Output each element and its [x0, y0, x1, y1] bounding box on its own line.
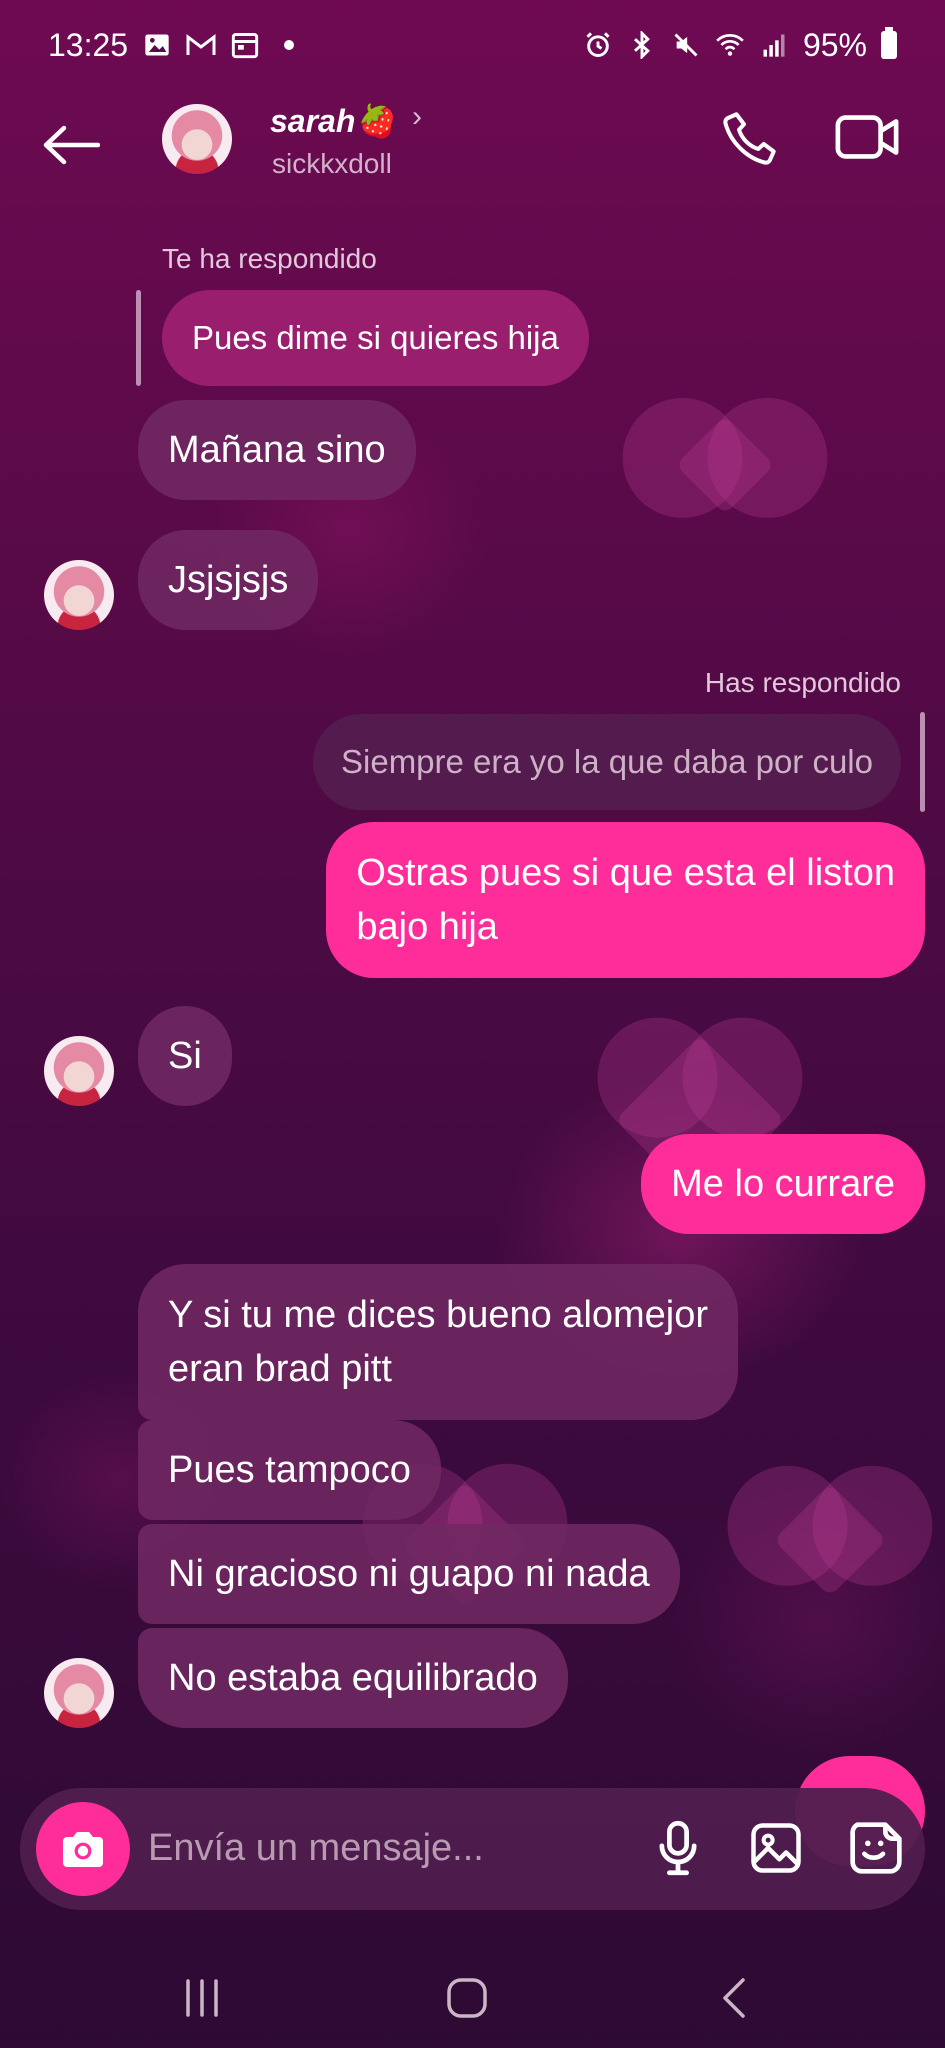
quote-bar [920, 712, 925, 812]
quote-bar [136, 290, 141, 386]
message-line: bajo hija [356, 906, 498, 948]
sender-avatar[interactable] [44, 1036, 114, 1106]
status-bar: 13:25 95% [0, 0, 945, 90]
video-camera-icon [835, 115, 899, 159]
sticker-icon [850, 1822, 902, 1874]
outgoing-message[interactable]: Me lo currare [641, 1134, 925, 1234]
mute-icon [671, 30, 701, 60]
incoming-message[interactable]: Pues tampoco [138, 1420, 441, 1520]
reply-label-outgoing: Has respondido [704, 667, 901, 698]
status-time: 13:25 [48, 26, 129, 63]
phone-icon [723, 112, 776, 165]
system-navigation-bar [0, 1940, 945, 2048]
calendar-notification-icon [230, 30, 260, 60]
more-notifications-dot-icon [274, 30, 304, 60]
quoted-message[interactable]: Pues dime si quieres hija [162, 290, 589, 386]
sender-avatar[interactable] [44, 560, 114, 630]
contact-avatar[interactable] [162, 104, 232, 174]
wifi-icon [715, 30, 745, 60]
background-heart [675, 415, 775, 515]
home-button[interactable] [437, 1968, 497, 2028]
incoming-message[interactable]: No estaba equilibrado [138, 1628, 568, 1728]
background-heart [773, 1483, 887, 1597]
voice-call-button[interactable] [720, 108, 780, 178]
alarm-icon [583, 30, 613, 60]
back-chevron-icon [723, 1978, 745, 2018]
recent-apps-button[interactable] [172, 1968, 232, 2028]
contact-username[interactable]: sickkxdoll [272, 148, 392, 180]
battery-percentage: 95% [802, 26, 867, 63]
quoted-message[interactable]: Siempre era yo la que daba por culo [313, 714, 901, 810]
gallery-button[interactable] [744, 1816, 808, 1880]
message-line: eran brad pitt [168, 1348, 392, 1390]
image-icon [751, 1823, 801, 1873]
message-composer [20, 1788, 925, 1910]
contact-name[interactable]: sarah🍓 [270, 102, 395, 140]
incoming-message[interactable]: Ni gracioso ni guapo ni nada [138, 1524, 680, 1624]
incoming-message[interactable]: Y si tu me dices bueno alomejor eran bra… [138, 1264, 739, 1420]
incoming-message[interactable]: Mañana sino [138, 400, 416, 500]
camera-button[interactable] [36, 1802, 130, 1896]
recent-apps-icon [186, 1979, 218, 2017]
outgoing-message[interactable]: Ostras pues si que esta el liston bajo h… [326, 822, 925, 978]
bluetooth-icon [627, 30, 657, 60]
message-line: Y si tu me dices bueno alomejor [168, 1294, 709, 1336]
microphone-button[interactable] [646, 1816, 710, 1880]
video-call-button[interactable] [834, 110, 900, 170]
microphone-icon [659, 1820, 697, 1876]
message-input[interactable] [148, 1818, 508, 1878]
home-icon [447, 1978, 487, 2018]
gmail-notification-icon [186, 30, 216, 60]
sticker-button[interactable] [844, 1816, 908, 1880]
chat-header: sarah🍓 › sickkxdoll [0, 90, 945, 230]
photo-notification-icon [142, 30, 172, 60]
arrow-left-icon [43, 125, 100, 165]
signal-icon [759, 30, 789, 60]
message-line: Ostras pues si que esta el liston [356, 852, 895, 894]
incoming-message[interactable]: Jsjsjsjs [138, 530, 319, 630]
back-button[interactable] [36, 110, 106, 180]
back-nav-button[interactable] [704, 1968, 764, 2028]
sender-avatar[interactable] [44, 1658, 114, 1728]
camera-icon [63, 1832, 103, 1867]
chevron-right-icon[interactable]: › [412, 100, 422, 134]
reply-label-incoming: Te ha respondido [162, 243, 377, 274]
incoming-message[interactable]: Si [138, 1006, 232, 1106]
battery-icon [881, 27, 897, 59]
